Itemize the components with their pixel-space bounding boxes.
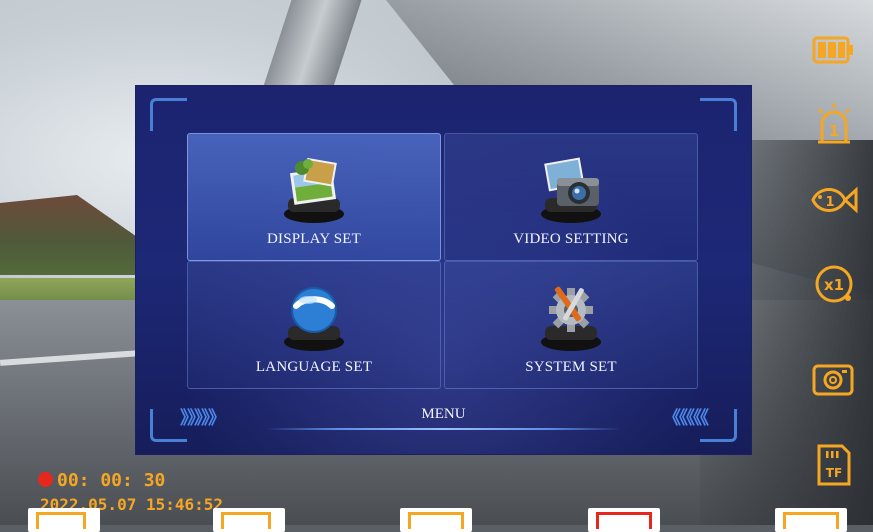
zoom-level-value: x1 <box>824 276 844 294</box>
record-dot-icon <box>38 472 53 487</box>
menu-item-system-set[interactable]: SYSTEM SET <box>444 261 698 389</box>
tf-card-label: TF <box>826 466 842 480</box>
bottom-toolbar-icon-4[interactable] <box>588 508 660 532</box>
alarm-level-value: 1 <box>829 122 839 140</box>
recording-timer: 00: 00: 30 <box>38 470 165 491</box>
frame-corner-top-left <box>150 98 187 131</box>
globe-icon <box>284 287 344 351</box>
bottom-toolbar-icon-2[interactable] <box>213 508 285 532</box>
menu-item-video-setting[interactable]: VIDEO SETTING <box>444 133 698 261</box>
gear-tools-icon <box>541 286 601 351</box>
battery-icon <box>812 36 853 64</box>
camera-photos-icon <box>541 157 601 223</box>
display-photos-icon <box>284 157 344 223</box>
menu-item-label: SYSTEM SET <box>525 359 617 375</box>
right-arrows-icon[interactable]: 《《《《《 <box>663 404 709 430</box>
menu-title: MENU <box>421 406 466 422</box>
menu-item-label: LANGUAGE SET <box>255 359 373 375</box>
menu-item-display-set[interactable]: DISPLAY SET <box>187 133 441 261</box>
menu-item-language-set[interactable]: LANGUAGE SET <box>187 261 441 389</box>
fish-sensitivity-icon: 1 <box>811 186 858 214</box>
menu-title-underline <box>266 428 621 430</box>
bottom-toolbar-icon-1[interactable] <box>28 508 100 532</box>
bottom-toolbar-icon-3[interactable] <box>400 508 472 532</box>
zoom-level-icon: x1 <box>815 265 853 303</box>
menu-item-label: DISPLAY SET <box>266 231 362 247</box>
recording-time: 00: 00: 30 <box>57 470 166 491</box>
fish-level-value: 1 <box>825 195 834 210</box>
bottom-toolbar-icon-5[interactable] <box>775 508 847 532</box>
alarm-level-icon: 1 <box>818 103 850 144</box>
menu-footer-bar: 》》》》》 MENU 《《《《《 <box>136 404 751 434</box>
photo-camera-icon[interactable] <box>809 356 859 400</box>
tf-card-icon: TF <box>817 444 851 486</box>
menu-item-label: VIDEO SETTING <box>513 231 629 247</box>
frame-corner-top-right <box>700 98 737 131</box>
settings-menu-panel: DISPLAY SET VIDEO SETTING LANGUAGE SET S… <box>136 86 751 454</box>
